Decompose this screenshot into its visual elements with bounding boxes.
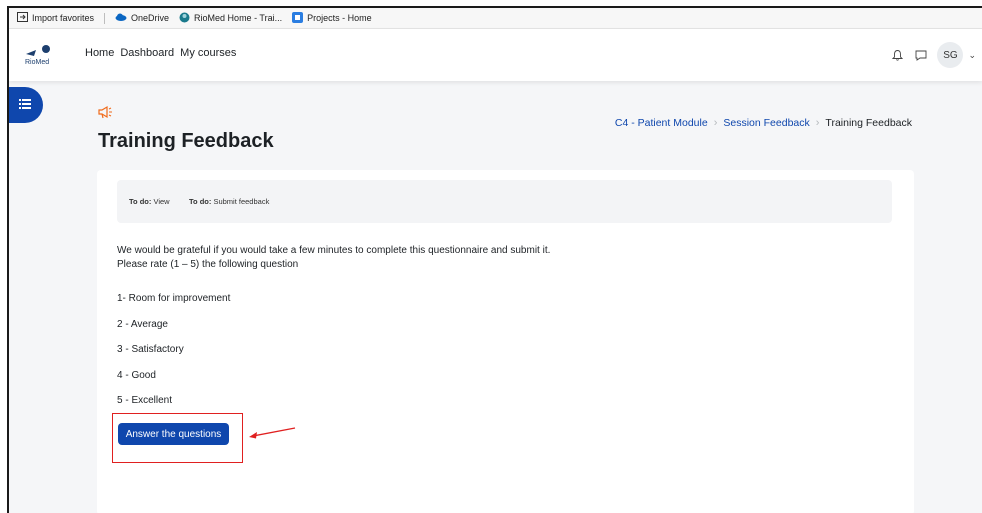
favorite-label: Projects - Home	[307, 13, 372, 23]
projects-icon	[292, 11, 304, 25]
rating-item: 1- Room for improvement	[117, 293, 231, 304]
page-title: Training Feedback	[98, 130, 274, 152]
breadcrumb: C4 - Patient Module › Session Feedback ›…	[615, 117, 912, 129]
import-icon	[17, 12, 28, 24]
riomed-favicon-icon	[179, 12, 190, 25]
svg-text:RioMed: RioMed	[25, 59, 49, 66]
site-logo[interactable]: RioMed	[22, 42, 60, 68]
nav-my-courses[interactable]: My courses	[180, 47, 236, 59]
annotation-highlight-box	[112, 413, 243, 463]
top-navbar: RioMed Home Dashboard My courses SG ⌄	[9, 29, 982, 81]
breadcrumb-current: Training Feedback	[825, 117, 912, 129]
chevron-down-icon[interactable]: ⌄	[968, 50, 976, 61]
todo-view-badge: To do: View	[129, 197, 170, 206]
todo-submit-badge: To do: Submit feedback	[189, 197, 270, 206]
list-icon	[19, 96, 31, 114]
favorite-import[interactable]: Import favorites	[17, 12, 94, 24]
breadcrumb-section[interactable]: Session Feedback	[723, 117, 809, 129]
notification-bell-icon[interactable]	[889, 47, 905, 63]
favorites-divider	[104, 12, 106, 24]
chevron-right-icon: ›	[713, 117, 718, 129]
favorite-onedrive[interactable]: OneDrive	[115, 13, 169, 23]
favorite-riomed[interactable]: RioMed Home - Trai...	[179, 12, 282, 25]
rating-item: 3 - Satisfactory	[117, 344, 184, 355]
user-avatar[interactable]: SG	[937, 42, 964, 68]
rating-item: 5 - Excellent	[117, 395, 173, 406]
favorites-bar: Import favorites OneDrive RioMed Home - …	[9, 8, 982, 29]
favorite-label: Import favorites	[32, 13, 95, 23]
intro-text: We would be grateful if you would take a…	[117, 244, 550, 272]
completion-requirements: To do: View To do: Submit feedback	[117, 180, 892, 223]
user-area: SG ⌄	[889, 42, 976, 68]
chevron-right-icon: ›	[815, 117, 820, 129]
annotation-arrow-icon	[249, 427, 296, 439]
primary-nav: Home Dashboard My courses	[85, 47, 242, 59]
favorite-label: OneDrive	[131, 13, 170, 23]
cloud-icon	[115, 13, 127, 23]
messages-icon[interactable]	[913, 47, 929, 63]
intro-line-2: Please rate (1 – 5) the following questi…	[117, 259, 299, 270]
nav-home[interactable]: Home	[85, 47, 114, 59]
favorite-label: RioMed Home - Trai...	[194, 13, 283, 23]
rating-item: 4 - Good	[117, 370, 156, 381]
intro-line-1: We would be grateful if you would take a…	[117, 245, 551, 256]
rating-item: 2 - Average	[117, 319, 168, 330]
browser-frame: Import favorites OneDrive RioMed Home - …	[7, 6, 982, 513]
breadcrumb-course[interactable]: C4 - Patient Module	[615, 117, 708, 129]
feedback-megaphone-icon	[98, 105, 114, 119]
nav-dashboard[interactable]: Dashboard	[120, 47, 174, 59]
favorite-projects[interactable]: Projects - Home	[292, 11, 372, 25]
course-index-toggle[interactable]	[9, 87, 43, 123]
